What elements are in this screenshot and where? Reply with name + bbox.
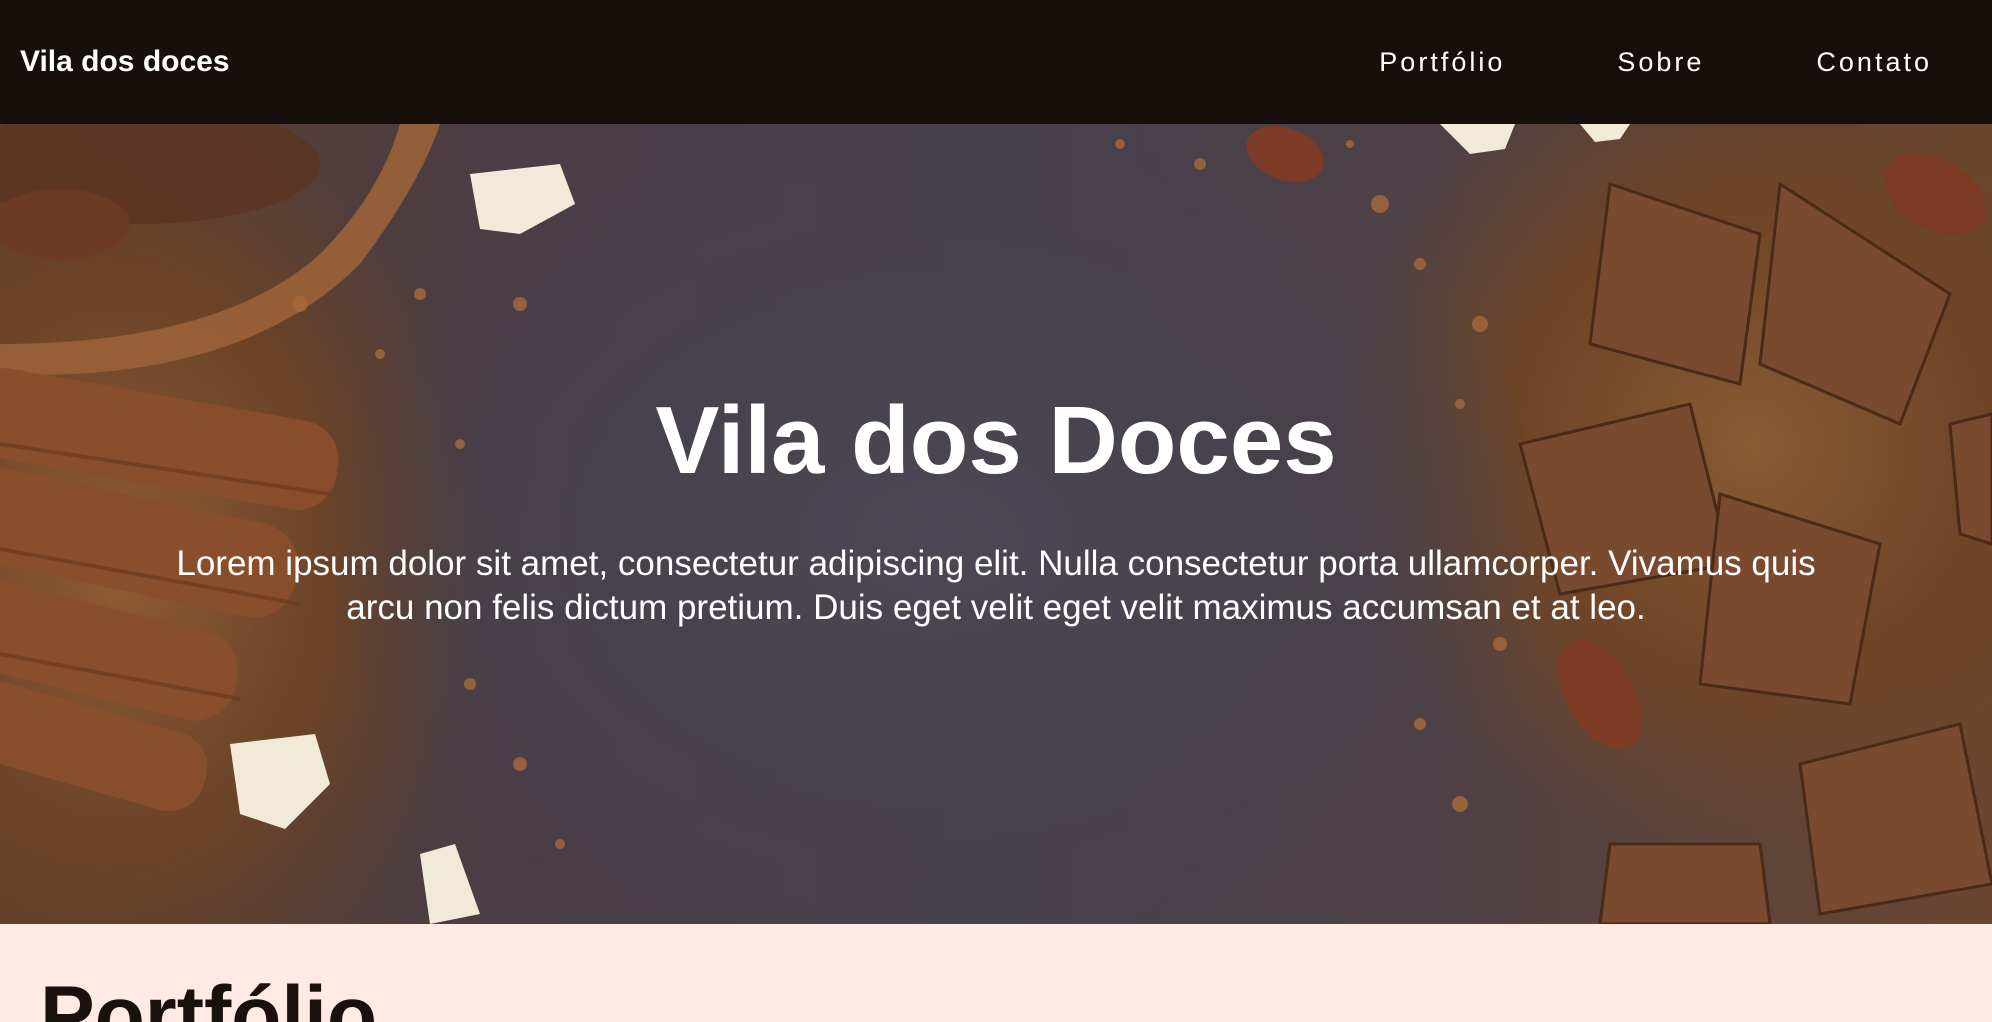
hero-content: Vila dos Doces Lorem ipsum dolor sit ame… [0,386,1992,630]
hero-banner: Vila dos Doces Lorem ipsum dolor sit ame… [0,124,1992,924]
navbar: Vila dos doces Portfólio Sobre Contato [0,0,1992,124]
nav-links: Portfólio Sobre Contato [1267,47,1932,78]
nav-link-portfolio[interactable]: Portfólio [1379,47,1505,78]
hero-description: Lorem ipsum dolor sit amet, consectetur … [176,544,1816,627]
portfolio-heading: Portfólio [40,970,378,1022]
brand-logo-text[interactable]: Vila dos doces [20,45,230,79]
portfolio-section: Portfólio [0,924,1992,1022]
nav-link-contato[interactable]: Contato [1816,47,1932,78]
hero-title: Vila dos Doces [655,387,1337,494]
nav-link-sobre[interactable]: Sobre [1617,47,1704,78]
